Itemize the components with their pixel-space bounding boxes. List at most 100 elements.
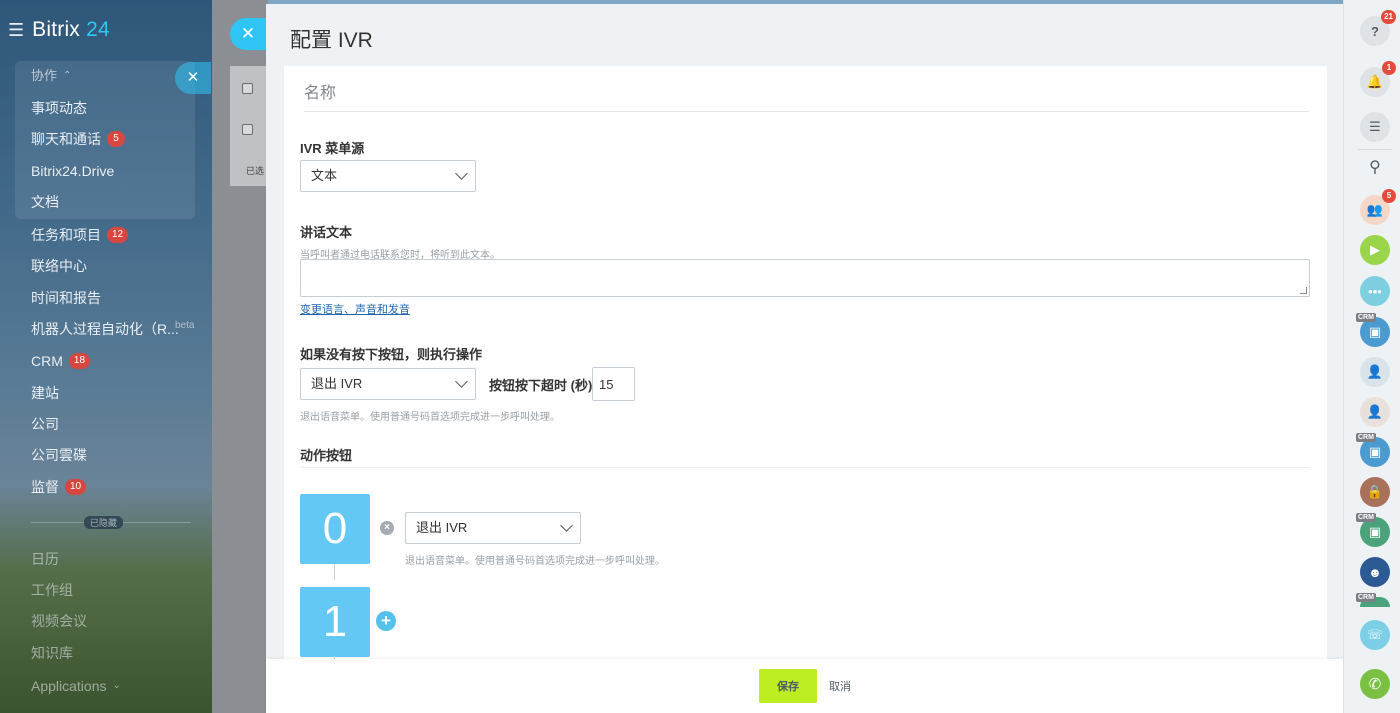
sidebar-item-knowledge[interactable]: 知识库 bbox=[31, 642, 73, 664]
phone-book-icon: ☏ bbox=[1366, 627, 1384, 642]
group-chat-avatar[interactable]: 👥 5 bbox=[1360, 189, 1396, 225]
sidebar-item-rpa[interactable]: 机器人过程自动化（R... bbox=[31, 318, 179, 340]
timeout-input[interactable] bbox=[592, 367, 635, 401]
person-avatar-icon: 👤 bbox=[1366, 404, 1384, 419]
section-divider bbox=[300, 467, 1310, 468]
group-icon: ☻ bbox=[1368, 564, 1382, 580]
sidebar-item-workgroups[interactable]: 工作组 bbox=[31, 579, 73, 601]
sidebar-close-icon[interactable]: ✕ bbox=[175, 62, 211, 94]
logo-main: Bitrix bbox=[32, 18, 81, 41]
no-press-hint: 退出语音菜单。使用普通号码首选项完成进一步呼叫处理。 bbox=[300, 412, 560, 423]
sidebar-item-contact-center[interactable]: 联络中心 bbox=[31, 255, 87, 277]
digit-button-1[interactable]: 1 bbox=[300, 587, 370, 657]
sidebar-item-label: Bitrix24.Drive bbox=[31, 163, 115, 179]
call-button[interactable]: ✆ bbox=[1360, 669, 1390, 699]
phone-book-button[interactable]: ☏ bbox=[1360, 620, 1390, 650]
crm-chat-button[interactable]: CRM bbox=[1356, 593, 1390, 607]
panel-footer: 保存 取消 bbox=[266, 659, 1343, 713]
sidebar-item-feed[interactable]: 事项动态 bbox=[31, 97, 87, 119]
sidebar-item-supervision[interactable]: 监督 10 bbox=[31, 476, 87, 498]
sidebar-item-video[interactable]: 视频会议 bbox=[31, 610, 87, 632]
menu-group-title[interactable]: 协作 ⌃ bbox=[31, 65, 71, 87]
sidebar-item-company[interactable]: 公司 bbox=[31, 413, 59, 435]
group-chat-button[interactable]: ☻ bbox=[1360, 557, 1390, 587]
speech-textarea[interactable] bbox=[300, 259, 1310, 297]
source-select[interactable]: 文本 bbox=[300, 160, 476, 192]
chevron-down-icon bbox=[560, 519, 573, 532]
chevron-up-icon: ⌃ bbox=[63, 70, 72, 81]
sidebar-item-label: 聊天和通话 bbox=[31, 131, 101, 147]
digit-button-0[interactable]: 0 bbox=[300, 494, 370, 564]
connector-line bbox=[334, 564, 335, 580]
add-icon[interactable]: + bbox=[376, 611, 396, 631]
sidebar-item-sites[interactable]: 建站 bbox=[31, 382, 59, 404]
question-icon: ? bbox=[1371, 23, 1379, 39]
video-call-button[interactable]: ▶ bbox=[1360, 235, 1390, 265]
sidebar-item-label: 机器人过程自动化（R... bbox=[31, 321, 179, 337]
underlying-checkbox[interactable] bbox=[242, 124, 253, 135]
sidebar-item-label: 建站 bbox=[31, 385, 59, 401]
sidebar-item-label: 工作组 bbox=[31, 582, 73, 598]
sidebar-item-label: 公司雲碟 bbox=[31, 447, 87, 463]
crm-chat-button[interactable]: CRM ▣ bbox=[1356, 513, 1390, 547]
sidebar-item-tasks[interactable]: 任务和项目 12 bbox=[31, 224, 129, 246]
sidebar-item-label: 文档 bbox=[31, 194, 59, 210]
sidebar-item-label: Applications bbox=[31, 678, 107, 694]
notifications-button[interactable]: 🔔 1 bbox=[1360, 61, 1396, 97]
sidebar-item-label: 监督 bbox=[31, 479, 59, 495]
voice-settings-link[interactable]: 变更语言、声音和发音 bbox=[300, 301, 410, 317]
messenger-button[interactable]: ☰ bbox=[1360, 112, 1390, 142]
logo-number: 24 bbox=[86, 18, 110, 41]
sidebar-item-applications[interactable]: Applications ⌄ bbox=[31, 675, 121, 697]
action-buttons-label: 动作按钮 bbox=[300, 448, 353, 463]
no-press-action-select[interactable]: 退出 IVR bbox=[300, 368, 476, 400]
private-chat-button[interactable]: 🔒 bbox=[1360, 477, 1390, 507]
chat-badge: 5 bbox=[1382, 189, 1396, 203]
sidebar-item-label: 公司 bbox=[31, 416, 59, 432]
digit-0-action-select[interactable]: 退出 IVR bbox=[405, 512, 581, 544]
ivr-form: IVR 菜单源 文本 讲话文本 当呼叫者通过电话联系您时，将听到此文本。 变更语… bbox=[284, 66, 1327, 662]
contact-card-icon: ▣ bbox=[1368, 524, 1382, 539]
sidebar-item-chat[interactable]: 聊天和通话 5 bbox=[31, 128, 125, 150]
sidebar-item-company-drive[interactable]: 公司雲碟 bbox=[31, 444, 87, 466]
right-toolbar: ? 21 🔔 1 ☰ ⚲ 👥 5 ▶ ••• CRM ▣ 👤 👤 CRM ▣ 🔒… bbox=[1343, 0, 1400, 713]
sidebar-item-time[interactable]: 时间和报告 bbox=[31, 287, 101, 309]
digit-0-hint: 退出语音菜单。使用普通号码首选项完成进一步呼叫处理。 bbox=[405, 556, 665, 567]
video-camera-icon: ▶ bbox=[1370, 242, 1380, 257]
sidebar-item-calendar[interactable]: 日历 bbox=[31, 548, 59, 570]
lock-icon: 🔒 bbox=[1366, 484, 1384, 499]
crm-chat-button[interactable]: CRM ▣ bbox=[1356, 313, 1390, 347]
save-button[interactable]: 保存 bbox=[759, 669, 817, 703]
logo: ☰ Bitrix 24 bbox=[8, 18, 110, 42]
hidden-separator-label[interactable]: 已隐藏 bbox=[84, 516, 124, 529]
no-press-select-value: 退出 IVR bbox=[311, 376, 363, 391]
help-badge: 21 bbox=[1381, 10, 1396, 24]
sidebar-item-label: 事项动态 bbox=[31, 100, 87, 116]
search-button[interactable]: ⚲ bbox=[1360, 152, 1390, 182]
sidebar-item-drive[interactable]: Bitrix24.Drive bbox=[31, 160, 114, 182]
crm-chat-button[interactable]: CRM ▣ bbox=[1356, 433, 1390, 467]
logo-text[interactable]: Bitrix 24 bbox=[32, 18, 110, 42]
user-avatar[interactable]: 👤 bbox=[1360, 397, 1390, 427]
panel-close-icon[interactable]: ✕ bbox=[230, 18, 266, 50]
underlying-checkbox[interactable] bbox=[242, 83, 253, 94]
user-avatar[interactable]: 👤 bbox=[1360, 357, 1390, 387]
resize-handle-icon[interactable] bbox=[1300, 287, 1307, 294]
help-button[interactable]: ? 21 bbox=[1360, 10, 1396, 46]
menu-burger-icon[interactable]: ☰ bbox=[8, 21, 24, 39]
no-press-label: 如果没有按下按钮，则执行操作 bbox=[300, 347, 483, 362]
sidebar-item-crm[interactable]: CRM 18 bbox=[31, 350, 91, 372]
open-channel-button[interactable]: ••• bbox=[1360, 276, 1390, 306]
search-icon: ⚲ bbox=[1369, 159, 1381, 176]
source-label: IVR 菜单源 bbox=[300, 141, 365, 156]
bell-icon: 🔔 bbox=[1366, 74, 1384, 89]
chevron-down-icon: ⌄ bbox=[112, 680, 121, 691]
sidebar-item-label: CRM bbox=[31, 353, 63, 369]
ivr-name-input[interactable] bbox=[304, 76, 1309, 112]
sidebar-item-docs[interactable]: 文档 bbox=[31, 191, 59, 213]
cancel-button[interactable]: 取消 bbox=[822, 669, 858, 703]
remove-icon[interactable]: × bbox=[380, 521, 394, 535]
counter-badge: 12 bbox=[107, 227, 129, 243]
counter-badge: 18 bbox=[68, 353, 91, 369]
toolbar-divider bbox=[1358, 149, 1392, 150]
